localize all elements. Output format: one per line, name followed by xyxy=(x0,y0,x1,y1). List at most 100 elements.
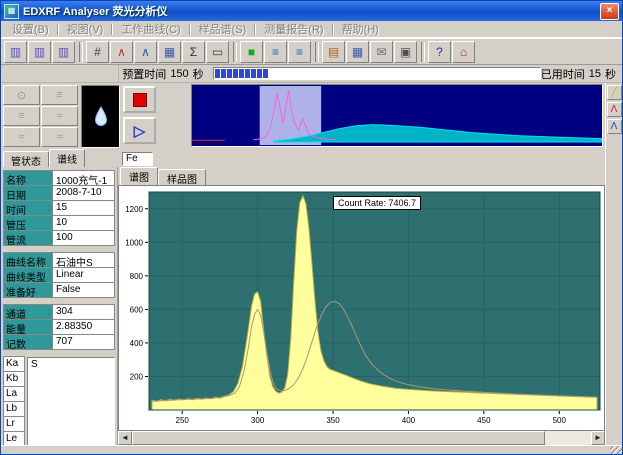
menu-separator xyxy=(57,24,59,35)
line-row-le[interactable]: Le xyxy=(3,431,25,445)
menu-sample-spectrum[interactable]: 样品谱(S) xyxy=(192,21,254,37)
svg-text:300: 300 xyxy=(251,416,265,425)
info-row-tube-current: 管流100 xyxy=(3,230,115,246)
sample-window-button-icon: ▥ xyxy=(34,46,45,58)
scroll-thumb[interactable] xyxy=(132,431,545,445)
elapsed-time-unit: 秒 xyxy=(605,66,616,82)
tube-control-button-5-icon: ≈ xyxy=(18,131,24,143)
menu-separator xyxy=(111,24,113,35)
menu-settings[interactable]: 设置(B) xyxy=(5,21,56,37)
sum-button[interactable]: Σ xyxy=(182,41,205,63)
tube-control-buttons: ⊙≡≡ ≈ ≈ ≈ xyxy=(3,85,78,147)
measure-progress-bar xyxy=(213,67,541,80)
line-element-box[interactable]: S xyxy=(27,357,115,445)
tube-control-button-6[interactable]: ≈ xyxy=(41,127,78,147)
info-value-channel[interactable]: 304 xyxy=(52,305,114,319)
chart-scrollbar[interactable]: ◄ ► xyxy=(118,431,605,445)
spectrum-preview[interactable] xyxy=(191,84,603,147)
marker-blue-tool-button[interactable]: Λ xyxy=(607,119,622,134)
info-label-tube-voltage: 管压 xyxy=(4,216,52,230)
peak-marker-blue-button[interactable]: ∧ xyxy=(134,41,157,63)
line-row-lr[interactable]: Lr xyxy=(3,416,25,432)
info-value-tube-voltage[interactable]: 10 xyxy=(52,216,114,230)
tab-spectral-line[interactable]: 谱线 xyxy=(49,149,85,167)
scroll-track[interactable] xyxy=(132,431,591,445)
info-value-curve-name[interactable]: 石油中S xyxy=(52,253,114,267)
help-button[interactable]: ? xyxy=(428,41,451,63)
mail-button[interactable]: ✉ xyxy=(370,41,393,63)
close-button[interactable]: × xyxy=(600,3,619,20)
info-label-energy: 能量 xyxy=(4,320,52,334)
preset-time-unit: 秒 xyxy=(193,66,204,82)
report-window-button[interactable]: ▥ xyxy=(52,41,75,63)
scroll-left-button[interactable]: ◄ xyxy=(118,431,132,445)
marker-red-tool-button[interactable]: Λ xyxy=(607,102,622,117)
info-label-curve-type: 曲线类型 xyxy=(4,268,52,282)
measure-status-led[interactable]: ■ xyxy=(240,41,263,63)
line-row-lb[interactable]: Lb xyxy=(3,401,25,417)
spectrum-chart[interactable]: 20040060080010001200250300350400450500 C… xyxy=(118,185,605,431)
tube-control-button-4-icon: ≈ xyxy=(56,110,62,122)
info-value-tube-current[interactable]: 100 xyxy=(52,231,114,245)
export-button[interactable]: ▣ xyxy=(394,41,417,63)
line-row-la[interactable]: La xyxy=(3,386,25,402)
curve-window-button[interactable]: ▥ xyxy=(4,41,27,63)
info-row-counts: 记数707 xyxy=(3,334,115,350)
window-title: EDXRF Analyser 荧光分析仪 xyxy=(23,3,167,19)
stop-square-icon xyxy=(133,93,147,107)
elapsed-time-value: 15 xyxy=(589,68,601,80)
compare-button-icon: ▭ xyxy=(212,46,223,58)
info-value-counts[interactable]: 707 xyxy=(52,335,114,349)
menu-help[interactable]: 帮助(H) xyxy=(335,21,386,37)
toolbar-separator xyxy=(233,42,237,62)
start-button[interactable]: ▷ xyxy=(123,117,156,144)
svg-text:1000: 1000 xyxy=(125,238,143,247)
tab-tube-status[interactable]: 管状态 xyxy=(3,151,49,167)
water-drop-icon xyxy=(93,106,109,128)
help-button-icon: ? xyxy=(436,46,443,58)
info-label-ready: 准备好 xyxy=(4,283,52,297)
sample-list-button[interactable]: ≡ xyxy=(264,41,287,63)
line-row-ka[interactable]: Ka xyxy=(3,356,25,372)
preset-time-label: 预置时间 xyxy=(122,66,166,82)
info-value-energy[interactable]: 2.88350 xyxy=(52,320,114,334)
stop-button[interactable] xyxy=(123,86,156,113)
menu-measure-report[interactable]: 测量报告(R) xyxy=(257,21,330,37)
grid-toggle-button[interactable]: # xyxy=(86,41,109,63)
tube-control-button-5[interactable]: ≈ xyxy=(3,127,40,147)
compare-button[interactable]: ▭ xyxy=(206,41,229,63)
tab-spectrum-chart[interactable]: 谱图 xyxy=(120,167,158,185)
info-value-name[interactable]: 1000充气-1 xyxy=(52,171,114,185)
menu-view[interactable]: 视图(V) xyxy=(60,21,111,37)
database-button[interactable]: ▤ xyxy=(322,41,345,63)
info-value-time[interactable]: 15 xyxy=(52,201,114,215)
tab-sample-chart[interactable]: 样品图 xyxy=(158,169,206,185)
sample-window-button[interactable]: ▥ xyxy=(28,41,51,63)
tube-control-button-3[interactable]: ≡ xyxy=(3,106,40,126)
info-value-curve-type[interactable]: Linear xyxy=(52,268,114,282)
tube-control-button-6-icon: ≈ xyxy=(56,131,62,143)
tube-control-button-4[interactable]: ≈ xyxy=(41,106,78,126)
scroll-right-button[interactable]: ► xyxy=(591,431,605,445)
info-row-energy: 能量2.88350 xyxy=(3,319,115,335)
tube-indicator-button[interactable]: ⊙ xyxy=(3,85,40,105)
info-value-ready[interactable]: False xyxy=(52,283,114,297)
peak-marker-red-button[interactable]: ∧ xyxy=(110,41,133,63)
spectrum-table-button[interactable]: ▦ xyxy=(158,41,181,63)
grid-toggle-button-icon: # xyxy=(94,46,101,58)
sum-button-icon: Σ xyxy=(190,46,197,58)
info-value-date[interactable]: 2008-7-10 xyxy=(52,186,114,200)
line-row-kb[interactable]: Kb xyxy=(3,371,25,387)
resize-grip[interactable] xyxy=(610,446,622,455)
element-field[interactable]: Fe xyxy=(122,152,153,166)
spectrum-preview-plot xyxy=(192,85,602,146)
progress-segment xyxy=(221,69,226,78)
result-list-button[interactable]: ≡ xyxy=(288,41,311,63)
save-button[interactable]: ▦ xyxy=(346,41,369,63)
exit-button[interactable]: ⌂ xyxy=(452,41,475,63)
ruler-tool-button[interactable]: ╱ xyxy=(607,85,622,100)
menu-work-curve[interactable]: 工作曲线(C) xyxy=(114,21,187,37)
tube-control-button-2[interactable]: ≡ xyxy=(41,85,78,105)
peak-marker-blue-button-icon: ∧ xyxy=(141,46,150,58)
svg-text:600: 600 xyxy=(130,305,144,314)
